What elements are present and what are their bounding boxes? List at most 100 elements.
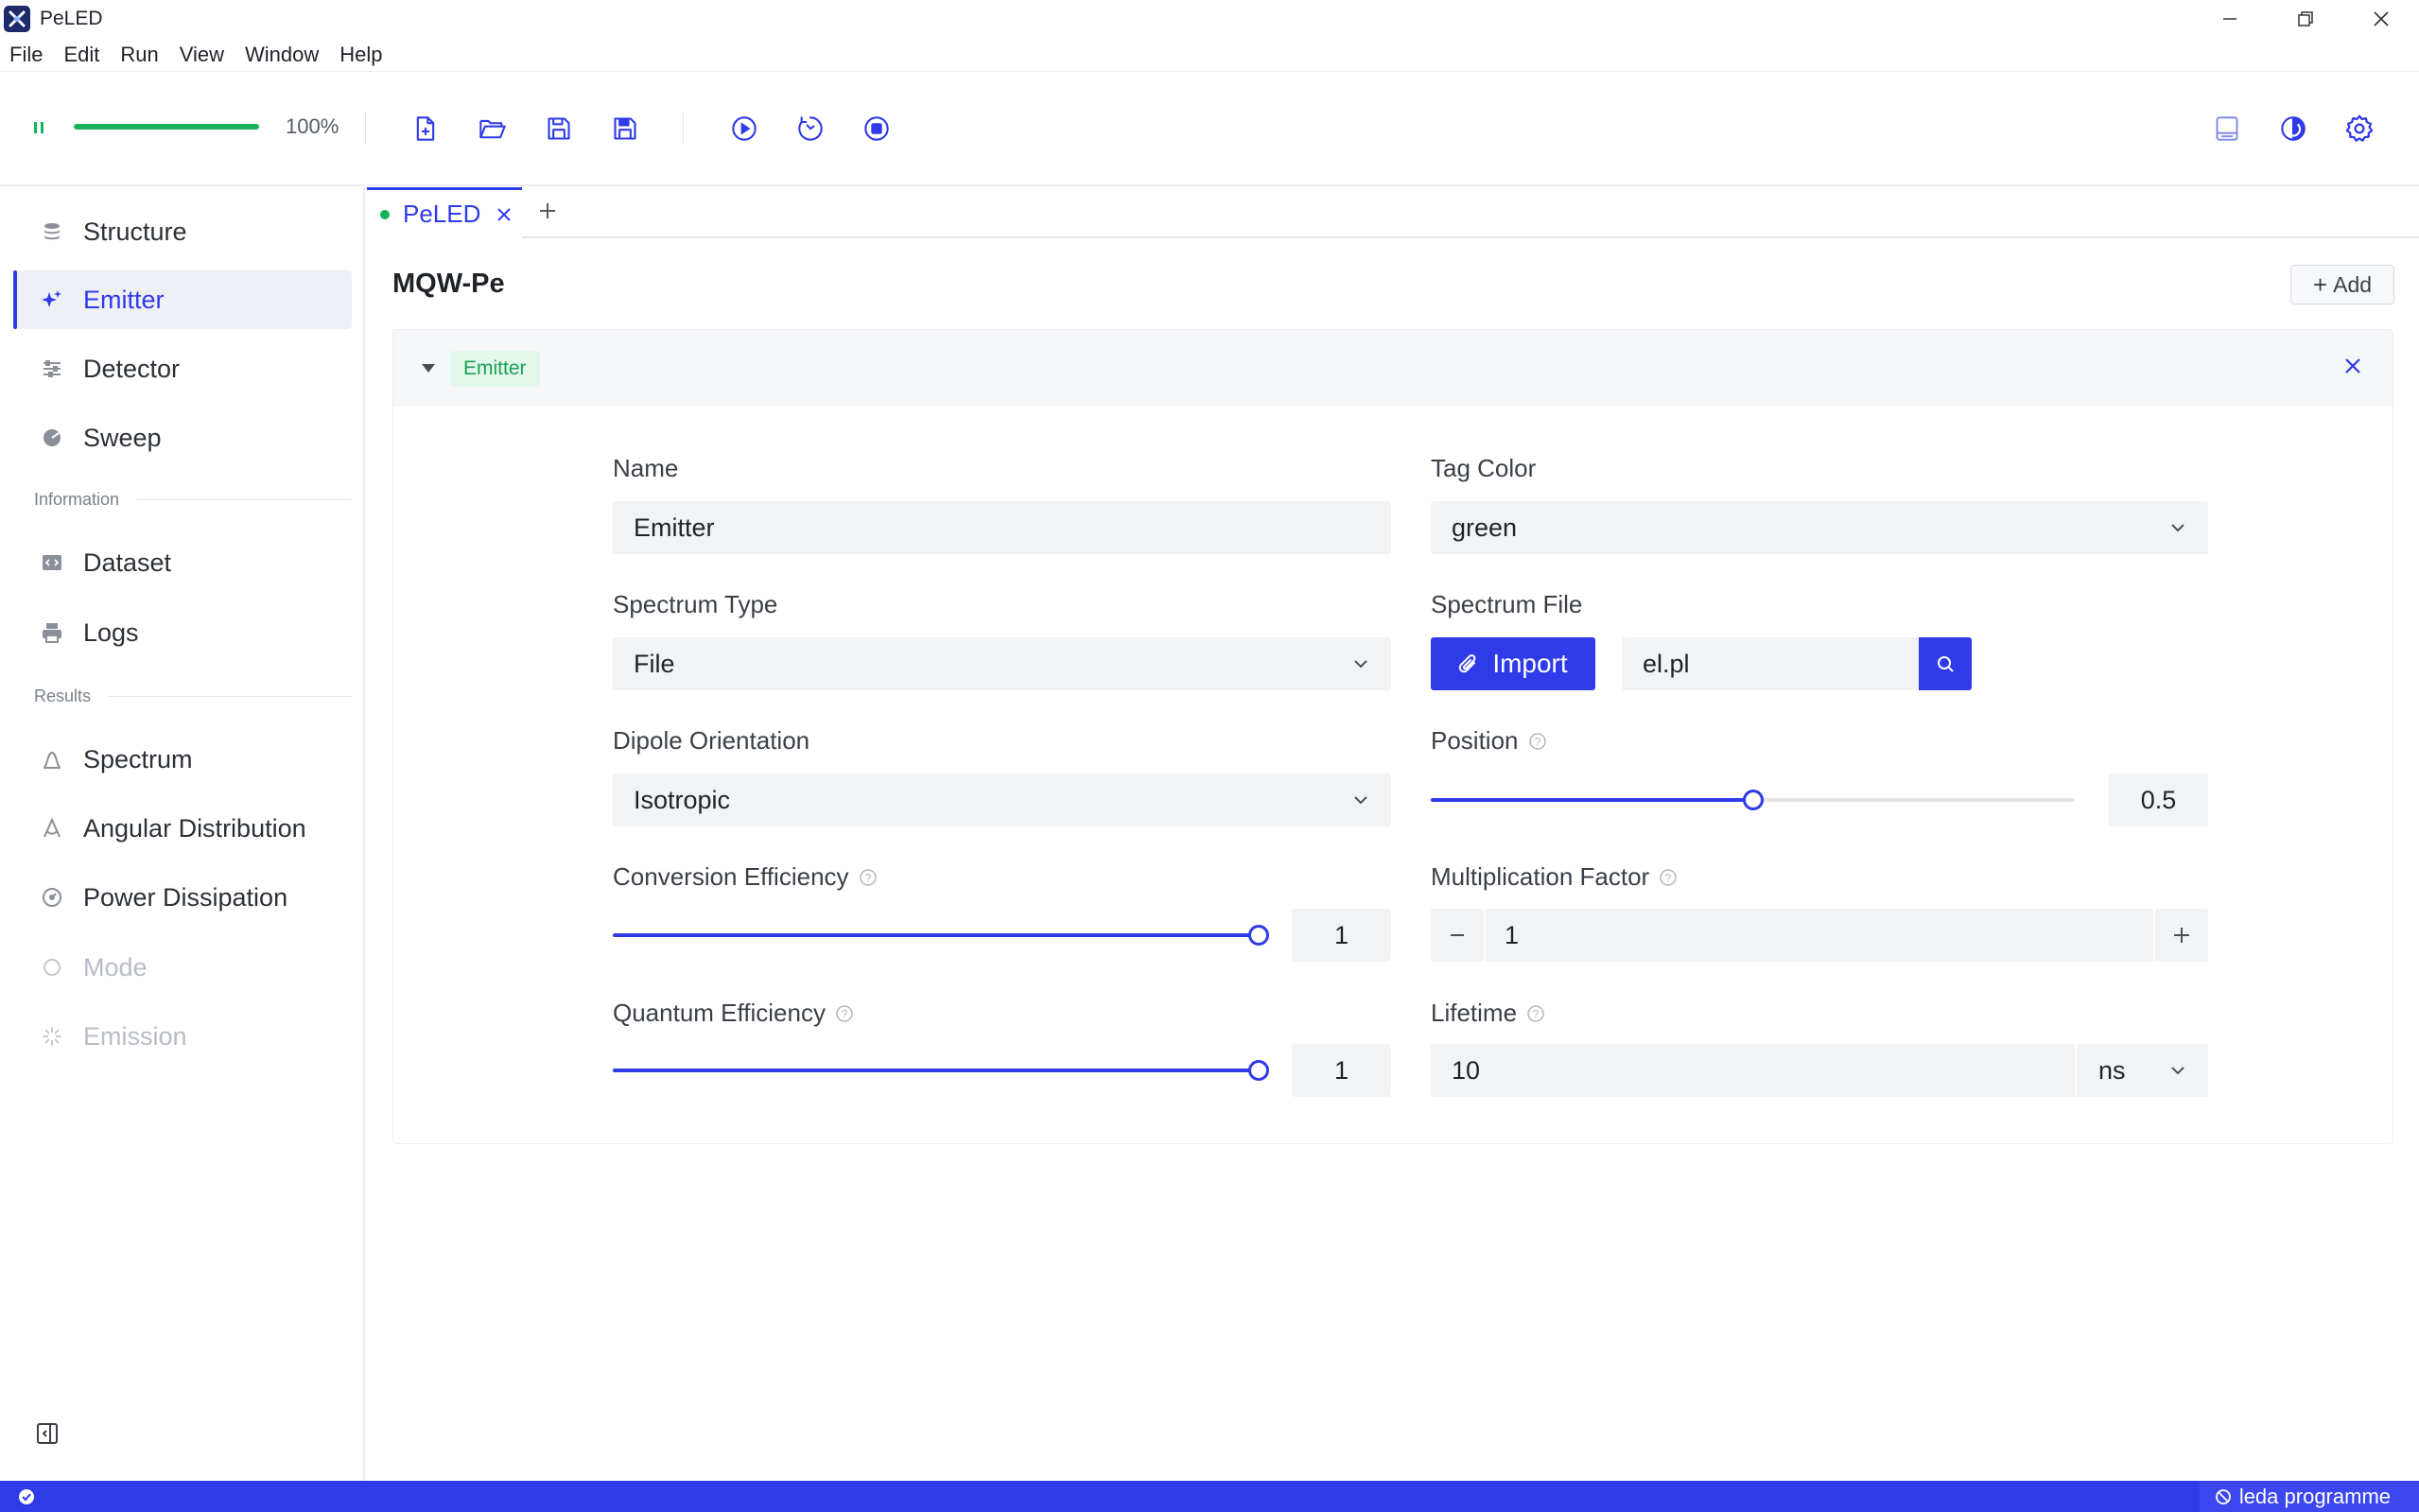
progress-fill bbox=[74, 124, 259, 130]
spectrum-file-input[interactable]: el.pl bbox=[1622, 637, 1919, 690]
title-bar: PeLED bbox=[0, 0, 2419, 38]
panel-header[interactable]: Emitter bbox=[393, 330, 2393, 406]
sliders-icon bbox=[13, 358, 83, 379]
name-input[interactable]: Emitter bbox=[613, 501, 1391, 554]
slider-thumb[interactable] bbox=[1742, 790, 1764, 810]
svg-text:?: ? bbox=[1665, 871, 1672, 884]
open-folder-icon[interactable] bbox=[475, 111, 511, 147]
collapse-sidebar-icon[interactable] bbox=[36, 1422, 59, 1445]
sidebar-item-logs[interactable]: Logs bbox=[13, 603, 352, 662]
chevron-down-icon bbox=[2168, 1061, 2187, 1080]
sidebar-item-dataset[interactable]: Dataset bbox=[13, 533, 352, 592]
restore-button[interactable] bbox=[2268, 0, 2343, 38]
dipole-orientation-select[interactable]: Isotropic bbox=[613, 773, 1391, 826]
progress-label: 100% bbox=[286, 114, 339, 138]
lifetime-input[interactable]: 10 ns bbox=[1431, 1044, 2208, 1097]
search-file-button[interactable] bbox=[1919, 637, 1972, 690]
menu-edit[interactable]: Edit bbox=[63, 43, 99, 67]
status-program-indicator[interactable]: leda programme bbox=[2199, 1481, 2419, 1512]
conversion-efficiency-label: Conversion Efficiency ? bbox=[613, 862, 878, 892]
spectrum-type-select[interactable]: File bbox=[613, 637, 1391, 690]
close-tab-icon[interactable] bbox=[496, 206, 513, 223]
layout-icon[interactable] bbox=[2209, 111, 2245, 147]
minimize-button[interactable] bbox=[2192, 0, 2268, 38]
tab-bar: PeLED bbox=[367, 187, 2419, 238]
lifetime-unit-select[interactable]: ns bbox=[2098, 1056, 2126, 1086]
progress-bar bbox=[74, 124, 259, 130]
paperclip-icon bbox=[1459, 654, 1476, 673]
app-title: PeLED bbox=[40, 8, 103, 29]
sidebar-item-angular-distribution[interactable]: Angular Distribution bbox=[13, 799, 352, 858]
code-icon bbox=[13, 552, 83, 573]
slider-thumb[interactable] bbox=[1248, 1060, 1269, 1081]
import-button[interactable]: Import bbox=[1431, 637, 1595, 690]
timer-run-icon[interactable] bbox=[792, 111, 828, 147]
stop-icon[interactable] bbox=[859, 111, 895, 147]
minus-icon bbox=[1451, 934, 1464, 936]
menu-run[interactable]: Run bbox=[120, 43, 158, 67]
quantum-efficiency-slider[interactable] bbox=[613, 1060, 1269, 1081]
add-tab-icon[interactable] bbox=[535, 199, 560, 223]
gauge-icon bbox=[13, 887, 83, 908]
help-icon[interactable]: ? bbox=[1526, 1004, 1545, 1023]
increment-button[interactable] bbox=[2155, 909, 2208, 962]
help-icon[interactable]: ? bbox=[1528, 732, 1547, 751]
menu-view[interactable]: View bbox=[180, 43, 224, 67]
svg-text:?: ? bbox=[1533, 1007, 1540, 1020]
close-window-button[interactable] bbox=[2343, 0, 2419, 38]
sidebar-item-power-dissipation[interactable]: Power Dissipation bbox=[13, 868, 352, 927]
multiplication-factor-value[interactable]: 1 bbox=[1505, 921, 1519, 950]
sidebar-item-sweep[interactable]: Sweep bbox=[13, 408, 352, 467]
theme-icon[interactable] bbox=[2275, 111, 2311, 147]
quantum-efficiency-input[interactable]: 1 bbox=[1292, 1044, 1391, 1097]
sidebar-item-structure[interactable]: Structure bbox=[13, 202, 352, 261]
emitter-tag: Emitter bbox=[450, 351, 540, 387]
pause-icon[interactable] bbox=[32, 120, 45, 135]
toolbar: 100% bbox=[0, 73, 2419, 186]
chevron-down-icon bbox=[2168, 518, 2187, 537]
sidebar-item-mode[interactable]: Mode bbox=[13, 938, 352, 997]
position-label: Position ? bbox=[1431, 726, 1547, 756]
sidebar-item-detector[interactable]: Detector bbox=[13, 339, 352, 398]
save-as-icon[interactable] bbox=[607, 111, 643, 147]
menu-help[interactable]: Help bbox=[339, 43, 382, 67]
add-button[interactable]: + Add bbox=[2290, 265, 2394, 304]
save-icon[interactable] bbox=[541, 111, 577, 147]
tab-peled[interactable]: PeLED bbox=[367, 187, 522, 238]
menu-file[interactable]: File bbox=[9, 43, 43, 67]
sparkle-icon bbox=[13, 288, 83, 311]
tag-color-select[interactable]: green bbox=[1431, 501, 2208, 554]
status-check-icon[interactable] bbox=[17, 1487, 36, 1506]
sidebar-item-spectrum[interactable]: Spectrum bbox=[13, 730, 352, 789]
conversion-efficiency-input[interactable]: 1 bbox=[1292, 909, 1391, 962]
sweep-icon bbox=[13, 427, 83, 448]
help-icon[interactable]: ? bbox=[1659, 868, 1678, 887]
dipole-orientation-label: Dipole Orientation bbox=[613, 726, 810, 755]
slider-thumb[interactable] bbox=[1248, 925, 1269, 946]
sidebar-item-emitter[interactable]: Emitter bbox=[13, 270, 352, 329]
help-icon[interactable]: ? bbox=[859, 868, 878, 887]
sidebar-item-emission[interactable]: Emission bbox=[13, 1007, 352, 1066]
multiplication-factor-label: Multiplication Factor ? bbox=[1431, 862, 1678, 892]
quantum-efficiency-label: Quantum Efficiency ? bbox=[613, 999, 854, 1028]
conversion-efficiency-slider[interactable] bbox=[613, 925, 1269, 946]
run-icon[interactable] bbox=[726, 111, 762, 147]
status-bar: leda programme bbox=[0, 1481, 2419, 1512]
angle-icon bbox=[13, 818, 83, 839]
position-slider[interactable] bbox=[1431, 790, 2075, 810]
position-input[interactable]: 0.5 bbox=[2109, 773, 2208, 826]
help-icon[interactable]: ? bbox=[835, 1004, 854, 1023]
settings-icon[interactable] bbox=[2341, 111, 2377, 147]
toolbar-divider bbox=[683, 113, 684, 145]
chevron-down-icon bbox=[1351, 791, 1370, 809]
spectrum-file-label: Spectrum File bbox=[1431, 590, 1583, 618]
remove-emitter-icon[interactable] bbox=[2341, 355, 2364, 377]
page-title: MQW-Pe bbox=[392, 269, 505, 299]
caret-down-icon[interactable] bbox=[420, 362, 437, 374]
printer-icon bbox=[13, 622, 83, 643]
circle-icon bbox=[13, 957, 83, 978]
decrement-button[interactable] bbox=[1431, 909, 1484, 962]
menu-window[interactable]: Window bbox=[245, 43, 319, 67]
new-file-icon[interactable] bbox=[408, 111, 444, 147]
layers-icon bbox=[13, 221, 83, 242]
